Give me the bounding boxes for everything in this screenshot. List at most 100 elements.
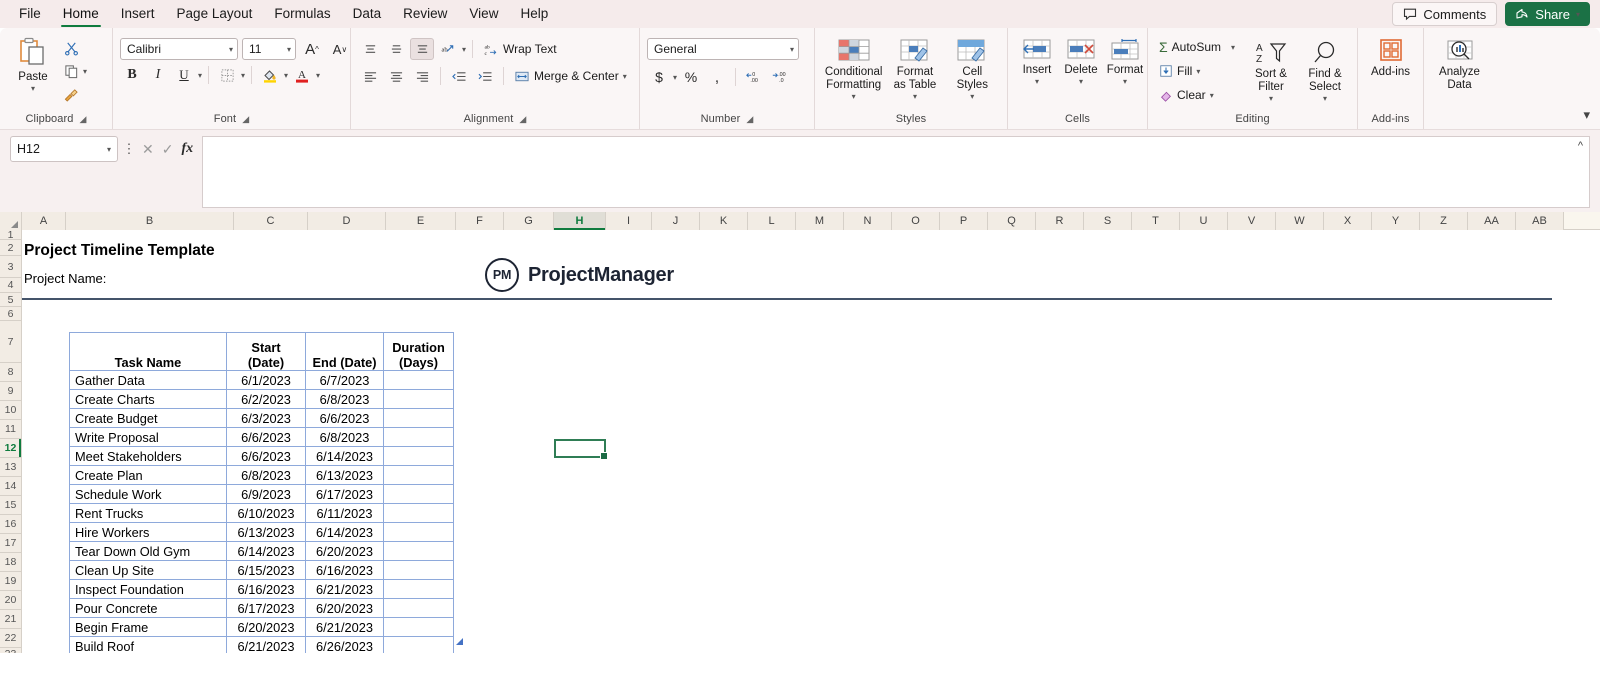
align-middle-button[interactable] xyxy=(384,38,408,60)
borders-button[interactable] xyxy=(215,64,239,86)
cell-start[interactable]: 6/6/2023 xyxy=(227,447,306,466)
column-header-AB[interactable]: AB xyxy=(1516,212,1564,230)
comments-button[interactable]: Comments xyxy=(1392,2,1497,26)
formula-input[interactable]: ^ xyxy=(202,136,1590,208)
addins-button[interactable]: Add-ins xyxy=(1365,36,1416,81)
cell-task[interactable]: Create Plan xyxy=(70,466,227,485)
row-header-19[interactable]: 19 xyxy=(0,572,21,591)
table-row[interactable]: Create Budget6/3/20236/6/2023 xyxy=(70,409,454,428)
chevron-down-icon[interactable]: ▾ xyxy=(31,84,35,93)
project-name-label-cell[interactable]: Project Name: xyxy=(24,271,106,286)
row-header-1[interactable]: 1 xyxy=(0,230,21,240)
row-header-7[interactable]: 7 xyxy=(0,321,21,363)
cell-duration[interactable] xyxy=(384,390,454,409)
share-button[interactable]: Share ▾ xyxy=(1505,2,1590,26)
wrap-text-button[interactable]: abc Wrap Text xyxy=(479,38,561,60)
chevron-down-icon[interactable]: ▾ xyxy=(229,45,233,54)
chevron-down-icon[interactable]: ▾ xyxy=(852,92,856,101)
cell-start[interactable]: 6/16/2023 xyxy=(227,580,306,599)
merge-center-button[interactable]: Merge & Center ▾ xyxy=(510,65,631,87)
increase-indent-button[interactable] xyxy=(473,65,497,87)
font-dialog-launcher[interactable]: ◢ xyxy=(242,114,249,125)
cell-duration[interactable] xyxy=(384,371,454,390)
column-header-J[interactable]: J xyxy=(652,212,700,230)
table-row[interactable]: Write Proposal6/6/20236/8/2023 xyxy=(70,428,454,447)
align-center-button[interactable] xyxy=(384,65,408,87)
column-header-W[interactable]: W xyxy=(1276,212,1324,230)
cell-end[interactable]: 6/14/2023 xyxy=(306,447,384,466)
cell-start[interactable]: 6/3/2023 xyxy=(227,409,306,428)
cell-task[interactable]: Hire Workers xyxy=(70,523,227,542)
decrease-indent-button[interactable] xyxy=(447,65,471,87)
column-header-C[interactable]: C xyxy=(234,212,308,230)
conditional-formatting-button[interactable]: Conditional Formatting ▾ xyxy=(823,36,885,104)
row-header-17[interactable]: 17 xyxy=(0,534,21,553)
chevron-down-icon[interactable]: ▾ xyxy=(1269,94,1273,103)
task-table[interactable]: Task Name Start (Date) End (Date) Durati… xyxy=(69,332,454,653)
table-row[interactable]: Inspect Foundation6/16/20236/21/2023 xyxy=(70,580,454,599)
cell-task[interactable]: Write Proposal xyxy=(70,428,227,447)
ribbon-tab-view[interactable]: View xyxy=(458,2,509,26)
number-format-select[interactable]: General ▾ xyxy=(647,38,799,60)
chevron-down-icon[interactable]: ▾ xyxy=(1035,77,1039,86)
table-row[interactable]: Rent Trucks6/10/20236/11/2023 xyxy=(70,504,454,523)
chevron-down-icon[interactable]: ▾ xyxy=(1231,43,1235,52)
enter-icon[interactable]: ✓ xyxy=(162,141,174,158)
cancel-icon[interactable]: ✕ xyxy=(142,141,154,158)
cell-duration[interactable] xyxy=(384,466,454,485)
increase-decimal-button[interactable]: .00.0 xyxy=(768,66,792,88)
clear-button[interactable]: Clear ▾ xyxy=(1155,84,1242,106)
row-header-6[interactable]: 6 xyxy=(0,307,21,321)
font-family-select[interactable]: Calibri ▾ xyxy=(120,38,238,60)
row-header-2[interactable]: 2 xyxy=(0,240,21,256)
chevron-down-icon[interactable]: ▾ xyxy=(913,92,917,101)
currency-format-button[interactable]: $ xyxy=(647,66,671,88)
ribbon-tab-formulas[interactable]: Formulas xyxy=(263,2,341,26)
cell-duration[interactable] xyxy=(384,542,454,561)
column-header-V[interactable]: V xyxy=(1228,212,1276,230)
font-size-select[interactable]: 11 ▾ xyxy=(242,38,296,60)
column-header-M[interactable]: M xyxy=(796,212,844,230)
chevron-down-icon[interactable]: ▾ xyxy=(623,72,627,81)
cell-end[interactable]: 6/8/2023 xyxy=(306,428,384,447)
cell-start[interactable]: 6/6/2023 xyxy=(227,428,306,447)
cut-button[interactable] xyxy=(59,37,83,59)
align-bottom-button[interactable] xyxy=(410,38,434,60)
cell-duration[interactable] xyxy=(384,447,454,466)
column-header-L[interactable]: L xyxy=(748,212,796,230)
cell-start[interactable]: 6/1/2023 xyxy=(227,371,306,390)
number-dialog-launcher[interactable]: ◢ xyxy=(746,114,753,125)
column-header-H[interactable]: H xyxy=(554,212,606,230)
ribbon-tab-data[interactable]: Data xyxy=(342,2,393,26)
cell-task[interactable]: Create Budget xyxy=(70,409,227,428)
chevron-down-icon[interactable]: ▾ xyxy=(83,67,87,76)
column-header-O[interactable]: O xyxy=(892,212,940,230)
chevron-down-icon[interactable]: ▾ xyxy=(316,71,320,80)
chevron-down-icon[interactable]: ▾ xyxy=(790,45,794,54)
increase-font-size-button[interactable]: A^ xyxy=(300,38,324,60)
chevron-down-icon[interactable]: ▾ xyxy=(287,45,291,54)
cell-end[interactable]: 6/7/2023 xyxy=(306,371,384,390)
row-header-9[interactable]: 9 xyxy=(0,382,21,401)
chevron-down-icon[interactable]: ▾ xyxy=(970,92,974,101)
cell-task[interactable]: Build Roof xyxy=(70,637,227,654)
cell-task[interactable]: Schedule Work xyxy=(70,485,227,504)
cell-task[interactable]: Inspect Foundation xyxy=(70,580,227,599)
table-fill-handle[interactable] xyxy=(456,638,463,645)
chevron-down-icon[interactable]: ▾ xyxy=(462,45,466,54)
cell-task[interactable]: Meet Stakeholders xyxy=(70,447,227,466)
cell-start[interactable]: 6/21/2023 xyxy=(227,637,306,654)
column-header-Z[interactable]: Z xyxy=(1420,212,1468,230)
cell-start[interactable]: 6/13/2023 xyxy=(227,523,306,542)
row-header-8[interactable]: 8 xyxy=(0,363,21,382)
comma-style-button[interactable]: , xyxy=(705,66,729,88)
cell-end[interactable]: 6/14/2023 xyxy=(306,523,384,542)
chevron-down-icon[interactable]: ▾ xyxy=(1323,94,1327,103)
align-top-button[interactable] xyxy=(358,38,382,60)
cell-start[interactable]: 6/17/2023 xyxy=(227,599,306,618)
insert-cells-button[interactable]: Insert ▾ xyxy=(1015,36,1059,88)
italic-button[interactable]: I xyxy=(146,64,170,86)
insert-function-icon[interactable]: fx xyxy=(181,141,193,157)
cell-end[interactable]: 6/6/2023 xyxy=(306,409,384,428)
cell-start[interactable]: 6/14/2023 xyxy=(227,542,306,561)
